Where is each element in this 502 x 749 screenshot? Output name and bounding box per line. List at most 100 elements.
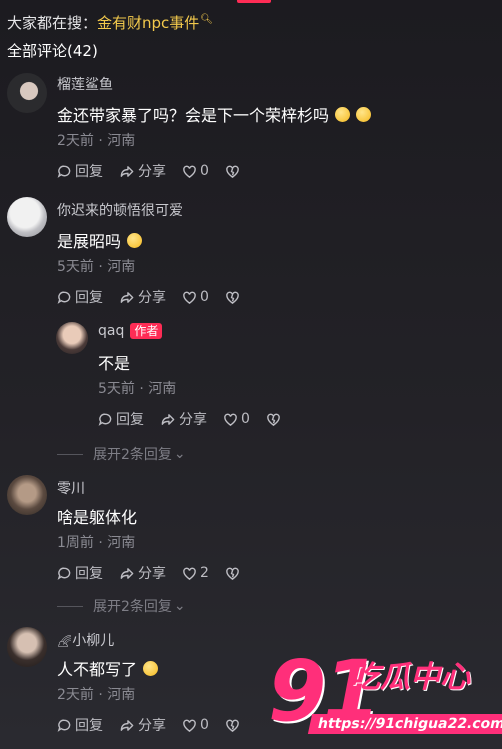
share-label: 分享 bbox=[138, 566, 166, 582]
like-count: 0 bbox=[200, 163, 209, 179]
comment-location: 河南 bbox=[107, 535, 136, 551]
comment-location: 河南 bbox=[107, 259, 136, 275]
reply-author: qaq 作者 bbox=[98, 323, 163, 339]
search-prefix: 大家都在搜： bbox=[7, 14, 98, 32]
share-label: 分享 bbox=[138, 718, 166, 734]
share-icon bbox=[120, 291, 134, 303]
comment-author[interactable]: 你迟来的顿悟很可爱 bbox=[57, 200, 183, 220]
share-icon bbox=[120, 719, 134, 731]
dislike-button[interactable] bbox=[225, 566, 243, 581]
heart-icon bbox=[224, 413, 237, 426]
search-suggestion[interactable]: 大家都在搜：金有财npc事件🔍︎ bbox=[7, 12, 213, 33]
watermark-name: 吃瓜中心 bbox=[350, 660, 470, 695]
comment-time: 2天前 bbox=[57, 133, 94, 149]
like-button[interactable]: 0 bbox=[182, 163, 209, 179]
reply-meta: 5天前 · 河南 bbox=[98, 381, 177, 397]
comment-text: 金还带家暴了吗？会是下一个荣梓杉吗 bbox=[57, 102, 372, 126]
reply-button[interactable]: 回复 bbox=[57, 563, 103, 583]
broken-heart-icon bbox=[226, 567, 239, 580]
reply-time: 5天前 bbox=[98, 381, 135, 397]
reply-label: 回复 bbox=[75, 290, 103, 306]
like-button[interactable]: 0 bbox=[223, 411, 250, 427]
share-button[interactable]: 分享 bbox=[119, 563, 166, 583]
comment-meta: 5天前 · 河南 bbox=[57, 259, 136, 275]
avatar[interactable] bbox=[7, 627, 47, 667]
dislike-button[interactable] bbox=[225, 164, 243, 179]
share-icon bbox=[161, 413, 175, 425]
search-keyword[interactable]: 金有财npc事件 bbox=[97, 14, 199, 32]
like-count: 0 bbox=[241, 411, 250, 427]
reply-actions: 回复 分享 0 bbox=[98, 409, 300, 429]
comment-actions: 回复 分享 2 bbox=[57, 563, 259, 583]
dislike-button[interactable] bbox=[266, 412, 284, 427]
comments-count: 全部评论(42) bbox=[7, 42, 98, 60]
heart-icon bbox=[183, 567, 196, 580]
reply-button[interactable]: 回复 bbox=[57, 161, 103, 181]
comment-actions: 回复 分享 0 bbox=[57, 287, 259, 307]
comment-time: 1周前 bbox=[57, 535, 94, 551]
reply-button[interactable]: 回复 bbox=[98, 409, 144, 429]
reply-author-name[interactable]: qaq bbox=[98, 323, 124, 339]
like-count: 2 bbox=[200, 565, 209, 581]
watermark-logo: 91 吃瓜中心 https://91chigua22.com bbox=[262, 642, 502, 749]
heart-icon bbox=[183, 165, 196, 178]
reply-icon bbox=[57, 165, 71, 178]
like-button[interactable]: 0 bbox=[182, 289, 209, 305]
comment-text: 啥是躯体化 bbox=[57, 508, 138, 527]
avatar[interactable] bbox=[7, 73, 47, 113]
share-button[interactable]: 分享 bbox=[119, 161, 166, 181]
rainbow-icon: 🌈︎ bbox=[57, 634, 73, 648]
comment-author[interactable]: 零川 bbox=[57, 478, 85, 498]
broken-heart-icon bbox=[267, 413, 280, 426]
expand-replies-button[interactable]: 展开2条回复 ⌄ bbox=[57, 596, 186, 616]
watermark-url: https://91chigua22.com bbox=[307, 714, 502, 734]
broken-heart-icon bbox=[226, 291, 239, 304]
emoji-icon bbox=[127, 233, 143, 248]
divider-line bbox=[57, 605, 83, 607]
divider-line bbox=[57, 453, 83, 455]
reply-icon bbox=[57, 567, 71, 580]
dislike-button[interactable] bbox=[225, 290, 243, 305]
reply-avatar[interactable] bbox=[56, 322, 88, 354]
comment-text-content: 金还带家暴了吗？会是下一个荣梓杉吗 bbox=[57, 106, 330, 125]
avatar[interactable] bbox=[7, 197, 47, 237]
emoji-icon bbox=[335, 107, 351, 122]
heart-icon bbox=[183, 719, 196, 732]
chevron-down-icon: ⌄ bbox=[173, 598, 186, 614]
broken-heart-icon bbox=[226, 719, 239, 732]
avatar[interactable] bbox=[7, 475, 47, 515]
share-button[interactable]: 分享 bbox=[119, 715, 166, 735]
like-button[interactable]: 0 bbox=[182, 717, 209, 733]
share-label: 分享 bbox=[138, 290, 166, 306]
reply-icon bbox=[57, 291, 71, 304]
expand-label: 展开2条回复 bbox=[93, 599, 172, 615]
like-button[interactable]: 2 bbox=[182, 565, 209, 581]
chevron-down-icon: ⌄ bbox=[173, 446, 186, 462]
share-button[interactable]: 分享 bbox=[160, 409, 207, 429]
heart-icon bbox=[183, 291, 196, 304]
comment-time: 5天前 bbox=[57, 259, 94, 275]
dislike-button[interactable] bbox=[225, 718, 243, 733]
reply-button[interactable]: 回复 bbox=[57, 715, 103, 735]
comment-author: 🌈︎小柳儿 bbox=[57, 630, 114, 650]
reply-text: 不是 bbox=[98, 354, 131, 373]
reply-button[interactable]: 回复 bbox=[57, 287, 103, 307]
author-badge: 作者 bbox=[130, 323, 163, 339]
comment-actions: 回复 分享 0 bbox=[57, 161, 259, 181]
comment-time: 2天前 bbox=[57, 687, 94, 703]
share-label: 分享 bbox=[138, 164, 166, 180]
reply-label: 回复 bbox=[116, 412, 144, 428]
reply-label: 回复 bbox=[75, 164, 103, 180]
comment-text: 人不都写了 bbox=[57, 656, 159, 680]
like-count: 0 bbox=[200, 289, 209, 305]
share-button[interactable]: 分享 bbox=[119, 287, 166, 307]
reply-icon bbox=[98, 413, 112, 426]
comment-meta: 2天前 · 河南 bbox=[57, 687, 136, 703]
comment-author-name[interactable]: 小柳儿 bbox=[72, 633, 114, 649]
share-icon bbox=[120, 165, 134, 177]
comment-text: 是展昭吗 bbox=[57, 228, 143, 252]
share-label: 分享 bbox=[179, 412, 207, 428]
comment-meta: 1周前 · 河南 bbox=[57, 535, 136, 551]
expand-replies-button[interactable]: 展开2条回复 ⌄ bbox=[57, 444, 186, 464]
comment-author[interactable]: 榴莲鲨鱼 bbox=[57, 74, 113, 94]
